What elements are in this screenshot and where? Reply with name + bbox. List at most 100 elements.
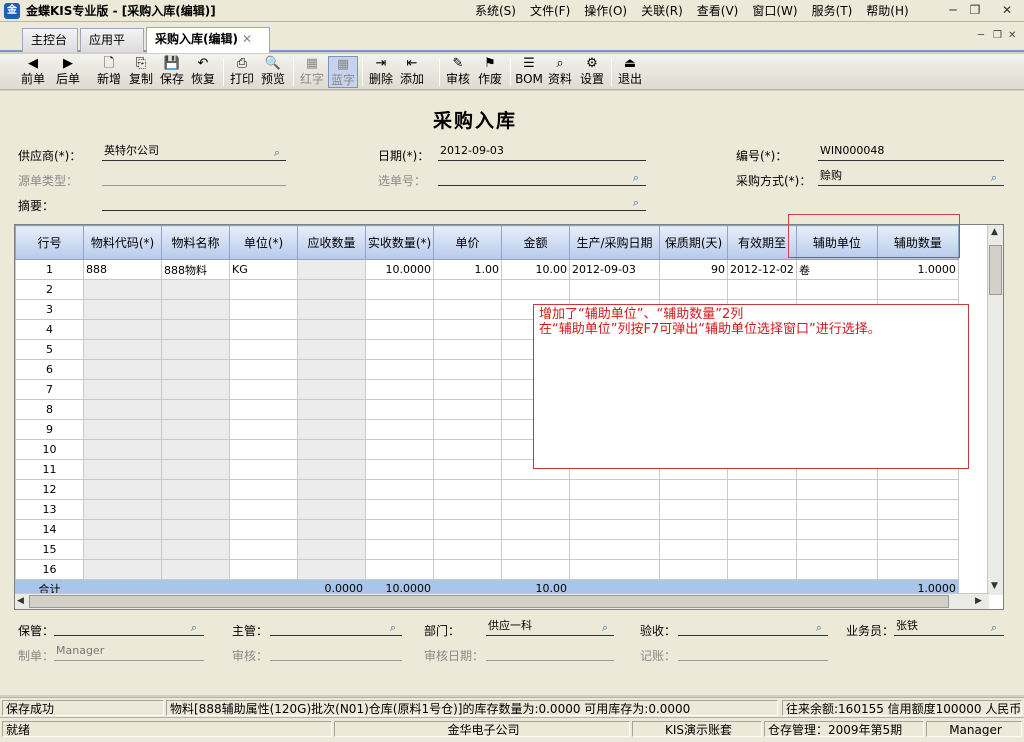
grid-cell[interactable] bbox=[433, 319, 502, 340]
grid-cell[interactable] bbox=[501, 559, 570, 580]
close-icon[interactable]: ✕ bbox=[998, 2, 1016, 18]
grid-cell[interactable] bbox=[83, 319, 162, 340]
grid-cell[interactable] bbox=[365, 419, 434, 440]
table-row[interactable]: 16 bbox=[15, 559, 959, 580]
grid-cell[interactable] bbox=[501, 499, 570, 520]
settings-button[interactable]: ⚙ 设置 bbox=[577, 56, 607, 88]
grid-cell[interactable] bbox=[229, 539, 298, 560]
grid-cell[interactable] bbox=[161, 519, 230, 540]
grid-cell[interactable] bbox=[876, 479, 959, 500]
grid-cell[interactable] bbox=[659, 559, 728, 580]
grid-cell[interactable] bbox=[569, 479, 660, 500]
table-row[interactable]: 12 bbox=[15, 479, 959, 500]
grid-cell[interactable] bbox=[876, 279, 959, 300]
grid-cell[interactable] bbox=[161, 559, 230, 580]
table-row[interactable]: 14 bbox=[15, 519, 959, 540]
grid-cell[interactable] bbox=[365, 559, 434, 580]
grid-cell[interactable]: 10.00 bbox=[501, 259, 570, 280]
grid-cell[interactable] bbox=[229, 299, 298, 320]
grid-cell[interactable] bbox=[83, 459, 162, 480]
keeper-lookup-icon[interactable]: ⌕ bbox=[186, 621, 202, 635]
scroll-up-icon[interactable]: ▲ bbox=[991, 227, 998, 237]
grid-cell[interactable] bbox=[83, 399, 162, 420]
grid-cell[interactable] bbox=[83, 339, 162, 360]
data-button[interactable]: ⌕ 资料 bbox=[545, 56, 575, 88]
grid-cell[interactable] bbox=[83, 559, 162, 580]
column-header[interactable]: 物料名称 bbox=[161, 225, 230, 260]
grid-cell[interactable] bbox=[297, 519, 366, 540]
grid-cell[interactable] bbox=[161, 379, 230, 400]
grid-cell[interactable] bbox=[569, 539, 660, 560]
grid-cell[interactable] bbox=[569, 559, 660, 580]
grid-cell[interactable] bbox=[795, 499, 878, 520]
tab-main-console[interactable]: 主控台 bbox=[22, 28, 78, 52]
grid-cell[interactable] bbox=[433, 459, 502, 480]
prev-doc-button[interactable]: ◀ 前单 bbox=[18, 56, 48, 88]
grid-cell[interactable] bbox=[365, 379, 434, 400]
restore-button[interactable]: ↶ 恢复 bbox=[188, 56, 218, 88]
department-lookup-icon[interactable]: ⌕ bbox=[597, 621, 613, 635]
grid-cell[interactable] bbox=[297, 479, 366, 500]
bom-button[interactable]: ☰ BOM bbox=[514, 56, 544, 88]
grid-cell[interactable] bbox=[83, 479, 162, 500]
column-header[interactable]: 单位(*) bbox=[229, 225, 298, 260]
grid-cell[interactable] bbox=[727, 559, 797, 580]
red-entry-button[interactable]: ▦ 红字 bbox=[297, 56, 327, 88]
select-no-lookup-icon[interactable]: ⌕ bbox=[628, 171, 644, 185]
grid-cell[interactable] bbox=[229, 399, 298, 420]
grid-cell[interactable] bbox=[659, 499, 728, 520]
grid-cell[interactable]: 卷 bbox=[795, 259, 878, 280]
grid-cell[interactable] bbox=[297, 339, 366, 360]
tab-purchase-receipt[interactable]: 采购入库(编辑) ✕ bbox=[146, 27, 270, 53]
grid-cell[interactable] bbox=[161, 299, 230, 320]
grid-cell[interactable]: 90 bbox=[659, 259, 728, 280]
grid-cell[interactable] bbox=[297, 459, 366, 480]
table-row[interactable]: 2 bbox=[15, 279, 959, 300]
grid-cell[interactable] bbox=[876, 539, 959, 560]
grid-cell[interactable] bbox=[659, 479, 728, 500]
grid-cell[interactable] bbox=[365, 299, 434, 320]
grid-cell[interactable] bbox=[229, 279, 298, 300]
grid-cell[interactable] bbox=[433, 479, 502, 500]
menu-relation[interactable]: 关联(R) bbox=[634, 3, 690, 19]
keeper-field[interactable] bbox=[54, 618, 204, 636]
grid-cell[interactable] bbox=[229, 359, 298, 380]
grid-cell[interactable] bbox=[161, 419, 230, 440]
tab-close-icon[interactable]: ✕ bbox=[242, 32, 252, 46]
preview-button[interactable]: 🔍 预览 bbox=[258, 56, 288, 88]
grid-cell[interactable] bbox=[365, 339, 434, 360]
grid-cell[interactable] bbox=[229, 499, 298, 520]
grid-cell[interactable]: 1.00 bbox=[433, 259, 502, 280]
mdi-minimize-icon[interactable]: ─ bbox=[978, 30, 984, 41]
grid-cell[interactable] bbox=[433, 559, 502, 580]
grid-cell[interactable] bbox=[161, 439, 230, 460]
purchase-method-lookup-icon[interactable]: ⌕ bbox=[986, 171, 1002, 185]
grid-cell[interactable] bbox=[433, 299, 502, 320]
column-header[interactable]: 应收数量 bbox=[297, 225, 366, 260]
grid-cell[interactable] bbox=[297, 559, 366, 580]
column-header[interactable]: 保质期(天) bbox=[659, 225, 728, 260]
grid-cell[interactable] bbox=[229, 459, 298, 480]
add-row-button[interactable]: ⇤ 添加 bbox=[397, 56, 427, 88]
grid-cell[interactable] bbox=[795, 559, 878, 580]
grid-cell[interactable] bbox=[297, 379, 366, 400]
grid-cell[interactable] bbox=[727, 519, 797, 540]
inspect-lookup-icon[interactable]: ⌕ bbox=[811, 621, 827, 635]
grid-cell[interactable] bbox=[161, 279, 230, 300]
column-header[interactable]: 单价 bbox=[433, 225, 502, 260]
grid-cell[interactable] bbox=[161, 399, 230, 420]
grid-cell[interactable]: KG bbox=[229, 259, 298, 280]
vertical-scrollbar[interactable]: ▲ ▼ bbox=[987, 225, 1003, 595]
column-header[interactable]: 行号 bbox=[15, 225, 84, 260]
scroll-down-icon[interactable]: ▼ bbox=[991, 581, 998, 591]
grid-cell[interactable] bbox=[365, 479, 434, 500]
grid-cell[interactable] bbox=[83, 439, 162, 460]
grid-cell[interactable] bbox=[727, 479, 797, 500]
grid-cell[interactable] bbox=[161, 499, 230, 520]
print-button[interactable]: ⎙ 打印 bbox=[227, 56, 257, 88]
grid-cell[interactable] bbox=[161, 319, 230, 340]
grid-cell[interactable] bbox=[501, 519, 570, 540]
grid-cell[interactable] bbox=[433, 439, 502, 460]
grid-cell[interactable] bbox=[161, 339, 230, 360]
grid-cell[interactable] bbox=[659, 519, 728, 540]
